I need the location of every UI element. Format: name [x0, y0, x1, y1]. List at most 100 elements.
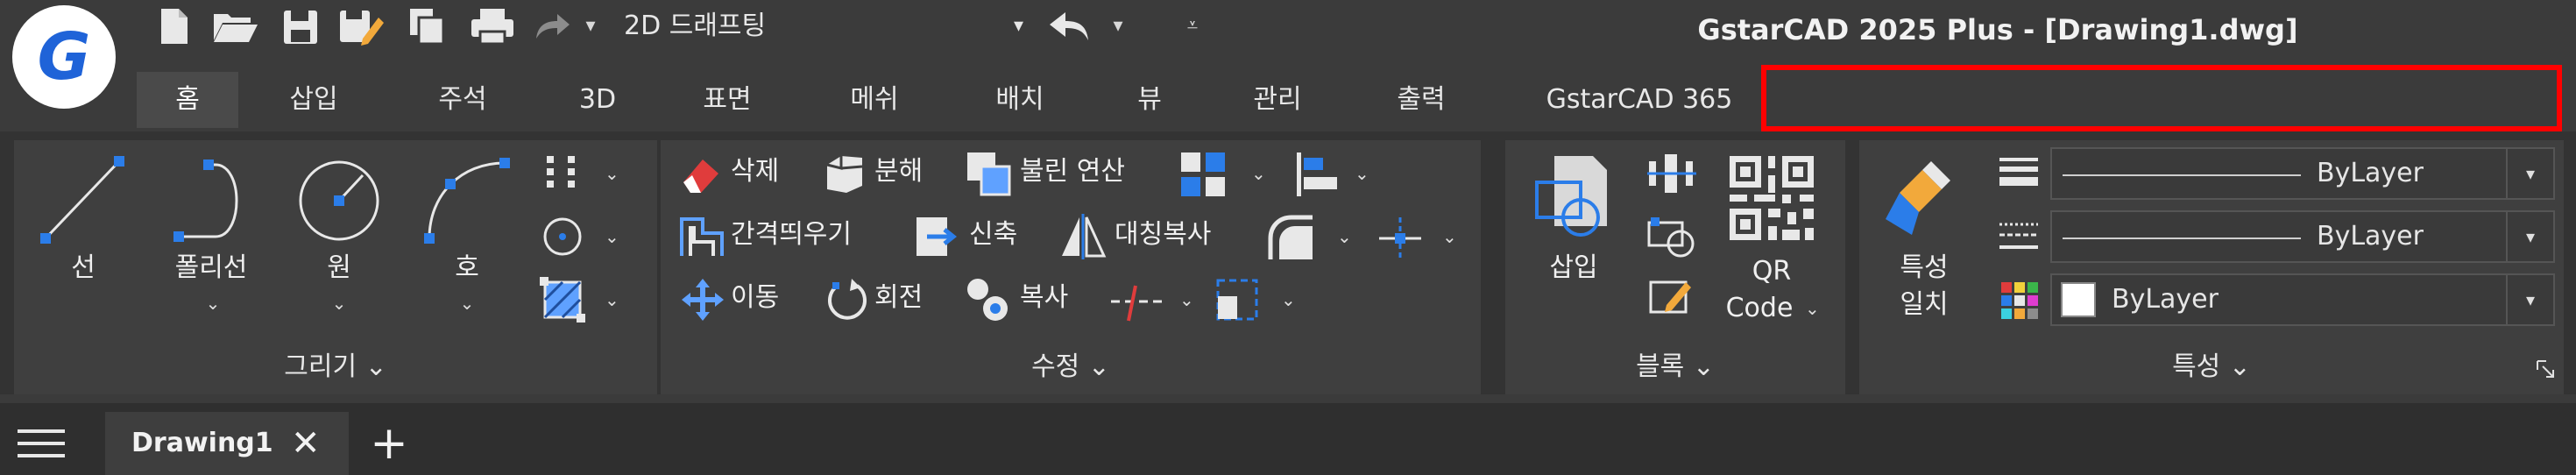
open-folder-icon[interactable] — [210, 5, 259, 47]
color-select[interactable]: ByLayer ▾ — [2050, 273, 2555, 326]
match-properties-label-line1[interactable]: 특성 — [1880, 251, 1968, 286]
lineweight-select[interactable]: ByLayer ▾ — [2050, 147, 2555, 200]
break-icon[interactable] — [1376, 214, 1425, 263]
boolean-button[interactable]: 불린 연산 — [1020, 145, 1125, 198]
explode-button[interactable]: 분해 — [874, 145, 923, 198]
ellipse-icon[interactable] — [536, 214, 589, 258]
qr-code-label-line2[interactable]: Code — [1714, 291, 1805, 326]
trim-icon[interactable] — [1109, 277, 1167, 326]
arc-icon[interactable] — [419, 152, 515, 249]
erase-icon[interactable] — [678, 147, 724, 200]
hatch-dropdown-icon[interactable]: ⌄ — [605, 273, 619, 326]
undo-dropdown-icon[interactable]: ▾ — [1106, 9, 1130, 44]
close-icon[interactable]: ✕ — [291, 412, 321, 475]
ellipse-dropdown-icon[interactable]: ⌄ — [605, 210, 619, 263]
move-icon[interactable] — [678, 275, 727, 324]
tab-mesh[interactable]: 메쉬 — [824, 72, 925, 128]
undo-icon[interactable] — [1044, 5, 1093, 47]
extend-button[interactable]: 신축 — [969, 209, 1017, 261]
color-palette-icon — [1999, 280, 2040, 321]
tab-manage[interactable]: 관리 — [1227, 72, 1328, 128]
explode-icon[interactable] — [820, 149, 869, 198]
copy-object-icon[interactable] — [964, 275, 1013, 324]
insert-block-icon[interactable] — [1532, 151, 1616, 247]
app-logo[interactable]: G — [12, 5, 116, 109]
stretch-dropdown-icon[interactable]: ⌄ — [1281, 273, 1296, 326]
break-dropdown-icon[interactable]: ⌄ — [1442, 210, 1457, 263]
polyline-dropdown-icon[interactable]: ⌄ — [200, 286, 226, 321]
print-icon[interactable] — [468, 5, 517, 47]
panel-modify-title[interactable]: 수정 ⌄ — [661, 344, 1481, 391]
array-icon[interactable] — [1179, 151, 1227, 198]
linetype-select[interactable]: ByLayer ▾ — [2050, 210, 2555, 263]
copy-icon[interactable] — [405, 5, 449, 47]
array-dropdown-icon[interactable]: ⌄ — [1251, 147, 1266, 200]
lineweight-icon — [1998, 154, 2040, 189]
tab-output[interactable]: 출력 — [1370, 72, 1472, 128]
create-block-icon[interactable] — [1645, 210, 1698, 259]
hatch-icon[interactable] — [538, 275, 587, 324]
polyline-button-label[interactable]: 폴리선 — [154, 251, 268, 286]
redo-icon[interactable] — [531, 5, 573, 47]
chevron-down-icon: ▾ — [1013, 15, 1023, 37]
workspace-dropdown-icon[interactable]: ▾ — [578, 9, 603, 44]
boolean-icon[interactable] — [964, 149, 1013, 198]
tab-3d[interactable]: 3D — [547, 72, 648, 128]
qr-code-dropdown-icon[interactable]: ⌄ — [1805, 282, 1820, 335]
match-properties-icon[interactable] — [1880, 156, 1963, 240]
mirror-button[interactable]: 대칭복사 — [1115, 209, 1211, 261]
mirror-icon[interactable] — [1058, 212, 1108, 261]
move-button[interactable]: 이동 — [731, 272, 779, 324]
align-dropdown-icon[interactable]: ⌄ — [1355, 147, 1369, 200]
point-grid-icon[interactable] — [541, 151, 585, 195]
match-properties-label-line2[interactable]: 일치 — [1880, 287, 1968, 323]
tab-layout[interactable]: 배치 — [969, 72, 1071, 128]
linetype-value: ByLayer — [2317, 221, 2424, 252]
dialog-launcher-icon[interactable] — [2534, 358, 2557, 380]
erase-button[interactable]: 삭제 — [731, 145, 779, 198]
document-tab-drawing1[interactable]: Drawing1 ✕ — [105, 412, 349, 475]
polyline-icon[interactable] — [163, 152, 259, 249]
extend-icon[interactable] — [911, 212, 960, 261]
point-dropdown-icon[interactable]: ⌄ — [605, 147, 619, 200]
copy-object-button[interactable]: 복사 — [1020, 272, 1068, 324]
new-file-icon[interactable] — [154, 5, 195, 47]
panel-block-title[interactable]: 블록 ⌄ — [1505, 344, 1845, 391]
arc-dropdown-icon[interactable]: ⌄ — [454, 286, 480, 321]
tab-surface[interactable]: 표면 — [676, 72, 778, 128]
fillet-icon[interactable] — [1267, 214, 1316, 263]
align-icon[interactable] — [1293, 151, 1341, 198]
fillet-dropdown-icon[interactable]: ⌄ — [1337, 210, 1352, 263]
circle-dropdown-icon[interactable]: ⌄ — [326, 286, 352, 321]
arc-button-label[interactable]: 호 — [419, 251, 515, 286]
tab-home[interactable]: 홈 — [137, 72, 238, 128]
panel-draw-title[interactable]: 그리기 ⌄ — [14, 344, 657, 391]
edit-attributes-icon[interactable] — [1645, 273, 1698, 323]
qr-code-icon[interactable] — [1724, 151, 1819, 245]
save-as-icon[interactable] — [336, 5, 386, 47]
lineweight-value: ByLayer — [2317, 158, 2424, 188]
tab-gstarcad-365[interactable]: GstarCAD 365 — [1521, 72, 1758, 128]
line-button-label[interactable]: 선 — [35, 251, 131, 286]
circle-icon[interactable] — [291, 152, 387, 249]
tab-view[interactable]: 뷰 — [1099, 72, 1200, 128]
offset-icon[interactable] — [676, 210, 725, 259]
panel-properties-title[interactable]: 특성 ⌄ — [1859, 344, 2564, 391]
insert-block-label[interactable]: 삽입 — [1530, 251, 1617, 286]
window-title: GstarCAD 2025 Plus - [Drawing1.dwg] — [1697, 13, 2298, 46]
rotate-button[interactable]: 회전 — [874, 272, 923, 324]
offset-button[interactable]: 간격띄우기 — [731, 209, 852, 261]
block-editor-icon[interactable] — [1645, 149, 1698, 198]
add-tab-icon[interactable]: + — [363, 414, 415, 473]
tab-insert[interactable]: 삽입 — [263, 72, 364, 128]
rotate-icon[interactable] — [822, 275, 871, 324]
customize-toolbar-icon[interactable]: ⩡ — [1179, 9, 1206, 44]
tab-annotate[interactable]: 주석 — [412, 72, 513, 128]
stretch-icon[interactable] — [1214, 277, 1263, 326]
save-icon[interactable] — [279, 5, 322, 47]
menu-icon[interactable] — [16, 426, 68, 461]
circle-button-label[interactable]: 원 — [291, 251, 387, 286]
trim-dropdown-icon[interactable]: ⌄ — [1179, 273, 1194, 326]
line-icon[interactable] — [35, 152, 131, 249]
workspace-select[interactable]: 2D 드래프팅 ▾ — [615, 5, 1036, 47]
